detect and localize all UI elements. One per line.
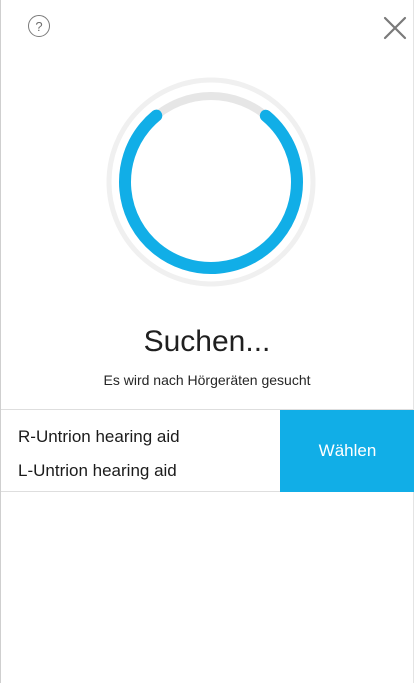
device-left: L-Untrion hearing aid <box>18 461 177 480</box>
close-icon[interactable] <box>382 15 408 41</box>
device-right: R-Untrion hearing aid <box>18 427 180 446</box>
search-title: Suchen... <box>143 325 271 358</box>
choose-button[interactable]: Wählen <box>280 410 414 492</box>
search-subtitle: Es wird nach Hörgeräten gesucht <box>103 372 311 388</box>
progress-ring <box>106 77 316 287</box>
help-icon[interactable]: ? <box>28 15 50 37</box>
search-screen: ? Suchen... Es wird nach Hörgeräten gesu… <box>0 0 414 683</box>
help-glyph: ? <box>35 18 43 34</box>
